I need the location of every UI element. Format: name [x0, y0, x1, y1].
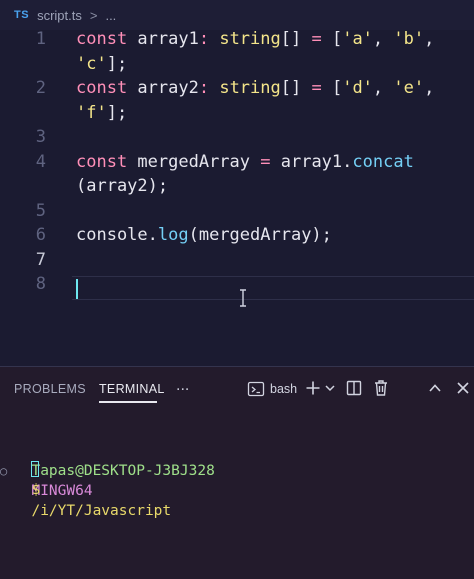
plus-icon[interactable]	[305, 380, 321, 396]
code-token: (array2);	[76, 176, 169, 196]
terminal-cursor	[31, 461, 39, 477]
code-token: 'c'	[76, 53, 107, 74]
line-number: 8	[35, 274, 46, 294]
code-token: ,	[372, 78, 394, 98]
code-line[interactable]: 5	[0, 199, 474, 223]
code-line[interactable]: 'f'];	[0, 101, 474, 125]
code-token: log	[157, 225, 189, 245]
code-token: =	[260, 151, 271, 172]
code-text: 'c'];	[76, 52, 127, 76]
line-number: 2	[35, 78, 46, 98]
code-token: string	[219, 78, 281, 98]
code-token: array1	[137, 29, 199, 49]
code-token: [	[321, 78, 343, 98]
tab-terminal[interactable]: TERMINAL	[99, 382, 165, 396]
code-line[interactable]: 1 const array1: string[] = ['a', 'b',	[0, 27, 474, 51]
code-token: ,	[424, 29, 435, 49]
close-icon[interactable]	[456, 381, 470, 395]
breadcrumb: TS script.ts > ...	[0, 0, 474, 30]
code-token: ,	[372, 29, 394, 49]
trash-icon[interactable]	[373, 379, 389, 397]
breadcrumb-more[interactable]: ...	[105, 8, 116, 23]
code-token: concat	[352, 151, 414, 172]
code-line[interactable]: 2 const array2: string[] = ['d', 'e',	[0, 76, 474, 100]
terminal-user-host: Tapas@DESKTOP-J3BJ328	[31, 463, 215, 479]
code-text: const mergedArray = array1.concat	[76, 150, 414, 174]
code-token: const	[76, 151, 138, 172]
code-text: const array1: string[] = ['a', 'b',	[76, 27, 434, 51]
code-text: 'f'];	[76, 101, 127, 125]
code-token: ,	[424, 78, 435, 98]
code-token: 'b'	[393, 29, 425, 49]
code-token: console.	[76, 225, 158, 245]
typescript-icon: TS	[14, 9, 30, 21]
code-token: 'f'	[76, 102, 107, 123]
code-line[interactable]: (array2);	[0, 174, 474, 198]
active-tab-indicator	[99, 401, 157, 403]
terminal-path: /i/YT/Javascript	[31, 503, 172, 519]
code-editor[interactable]: 1 const array1: string[] = ['a', 'b','c']…	[0, 27, 474, 366]
code-token: ];	[106, 102, 128, 123]
line-number: 7	[35, 249, 46, 270]
line-number: 4	[35, 151, 46, 172]
code-token: array1.	[270, 151, 353, 172]
line-number: 1	[35, 29, 46, 49]
code-token: const	[76, 29, 138, 49]
code-token: []	[280, 78, 312, 98]
text-caret	[76, 279, 78, 299]
line-number: 5	[35, 200, 46, 221]
chevron-right-icon: >	[89, 7, 98, 23]
code-text: console.log(mergedArray);	[76, 223, 332, 247]
ibeam-cursor-icon	[240, 289, 246, 307]
code-token: string	[219, 29, 281, 49]
more-actions-icon[interactable]: ...	[176, 377, 189, 395]
code-token: 'd'	[342, 78, 373, 98]
terminal-decoration-icon: ○	[0, 464, 8, 478]
code-line[interactable]: 'c'];	[0, 52, 474, 76]
panel-tabs: PROBLEMS TERMINAL ... bash	[0, 367, 474, 411]
code-token: ];	[106, 53, 128, 74]
code-token: =	[311, 29, 322, 49]
chevron-up-icon[interactable]	[428, 382, 442, 394]
terminal-prompt-line: Tapas@DESKTOP-J3BJ328 MINGW64 /i/YT/Java…	[14, 441, 215, 521]
terminal-system: MINGW64	[31, 483, 93, 499]
code-token: [	[321, 29, 343, 49]
code-token: 'a'	[342, 29, 373, 49]
code-token: :	[198, 78, 220, 98]
split-icon[interactable]	[346, 380, 362, 396]
tab-problems[interactable]: PROBLEMS	[14, 382, 86, 396]
chevron-down-icon[interactable]	[324, 382, 336, 394]
line-number: 3	[35, 127, 46, 147]
code-token: const	[76, 78, 138, 98]
shell-label[interactable]: bash	[270, 382, 297, 396]
code-text: const array2: string[] = ['d', 'e',	[76, 76, 434, 100]
line-number: 6	[35, 225, 46, 245]
code-line[interactable]: 4 const mergedArray = array1.concat	[0, 150, 474, 174]
code-token: 'e'	[393, 78, 425, 98]
code-token: []	[280, 29, 312, 49]
code-text: (array2);	[76, 174, 168, 198]
terminal-prompt-symbol: $	[31, 482, 41, 498]
code-token: mergedArray	[137, 151, 261, 172]
code-line[interactable]: 7	[0, 248, 474, 272]
code-token: =	[311, 78, 322, 98]
code-token: array2	[137, 78, 199, 98]
code-token: (mergedArray);	[188, 225, 332, 245]
code-token: :	[198, 29, 220, 49]
terminal-icon[interactable]	[247, 380, 265, 398]
code-line[interactable]: 6 console.log(mergedArray);	[0, 223, 474, 247]
code-line[interactable]: 3	[0, 125, 474, 149]
breadcrumb-file[interactable]: script.ts	[37, 8, 82, 23]
